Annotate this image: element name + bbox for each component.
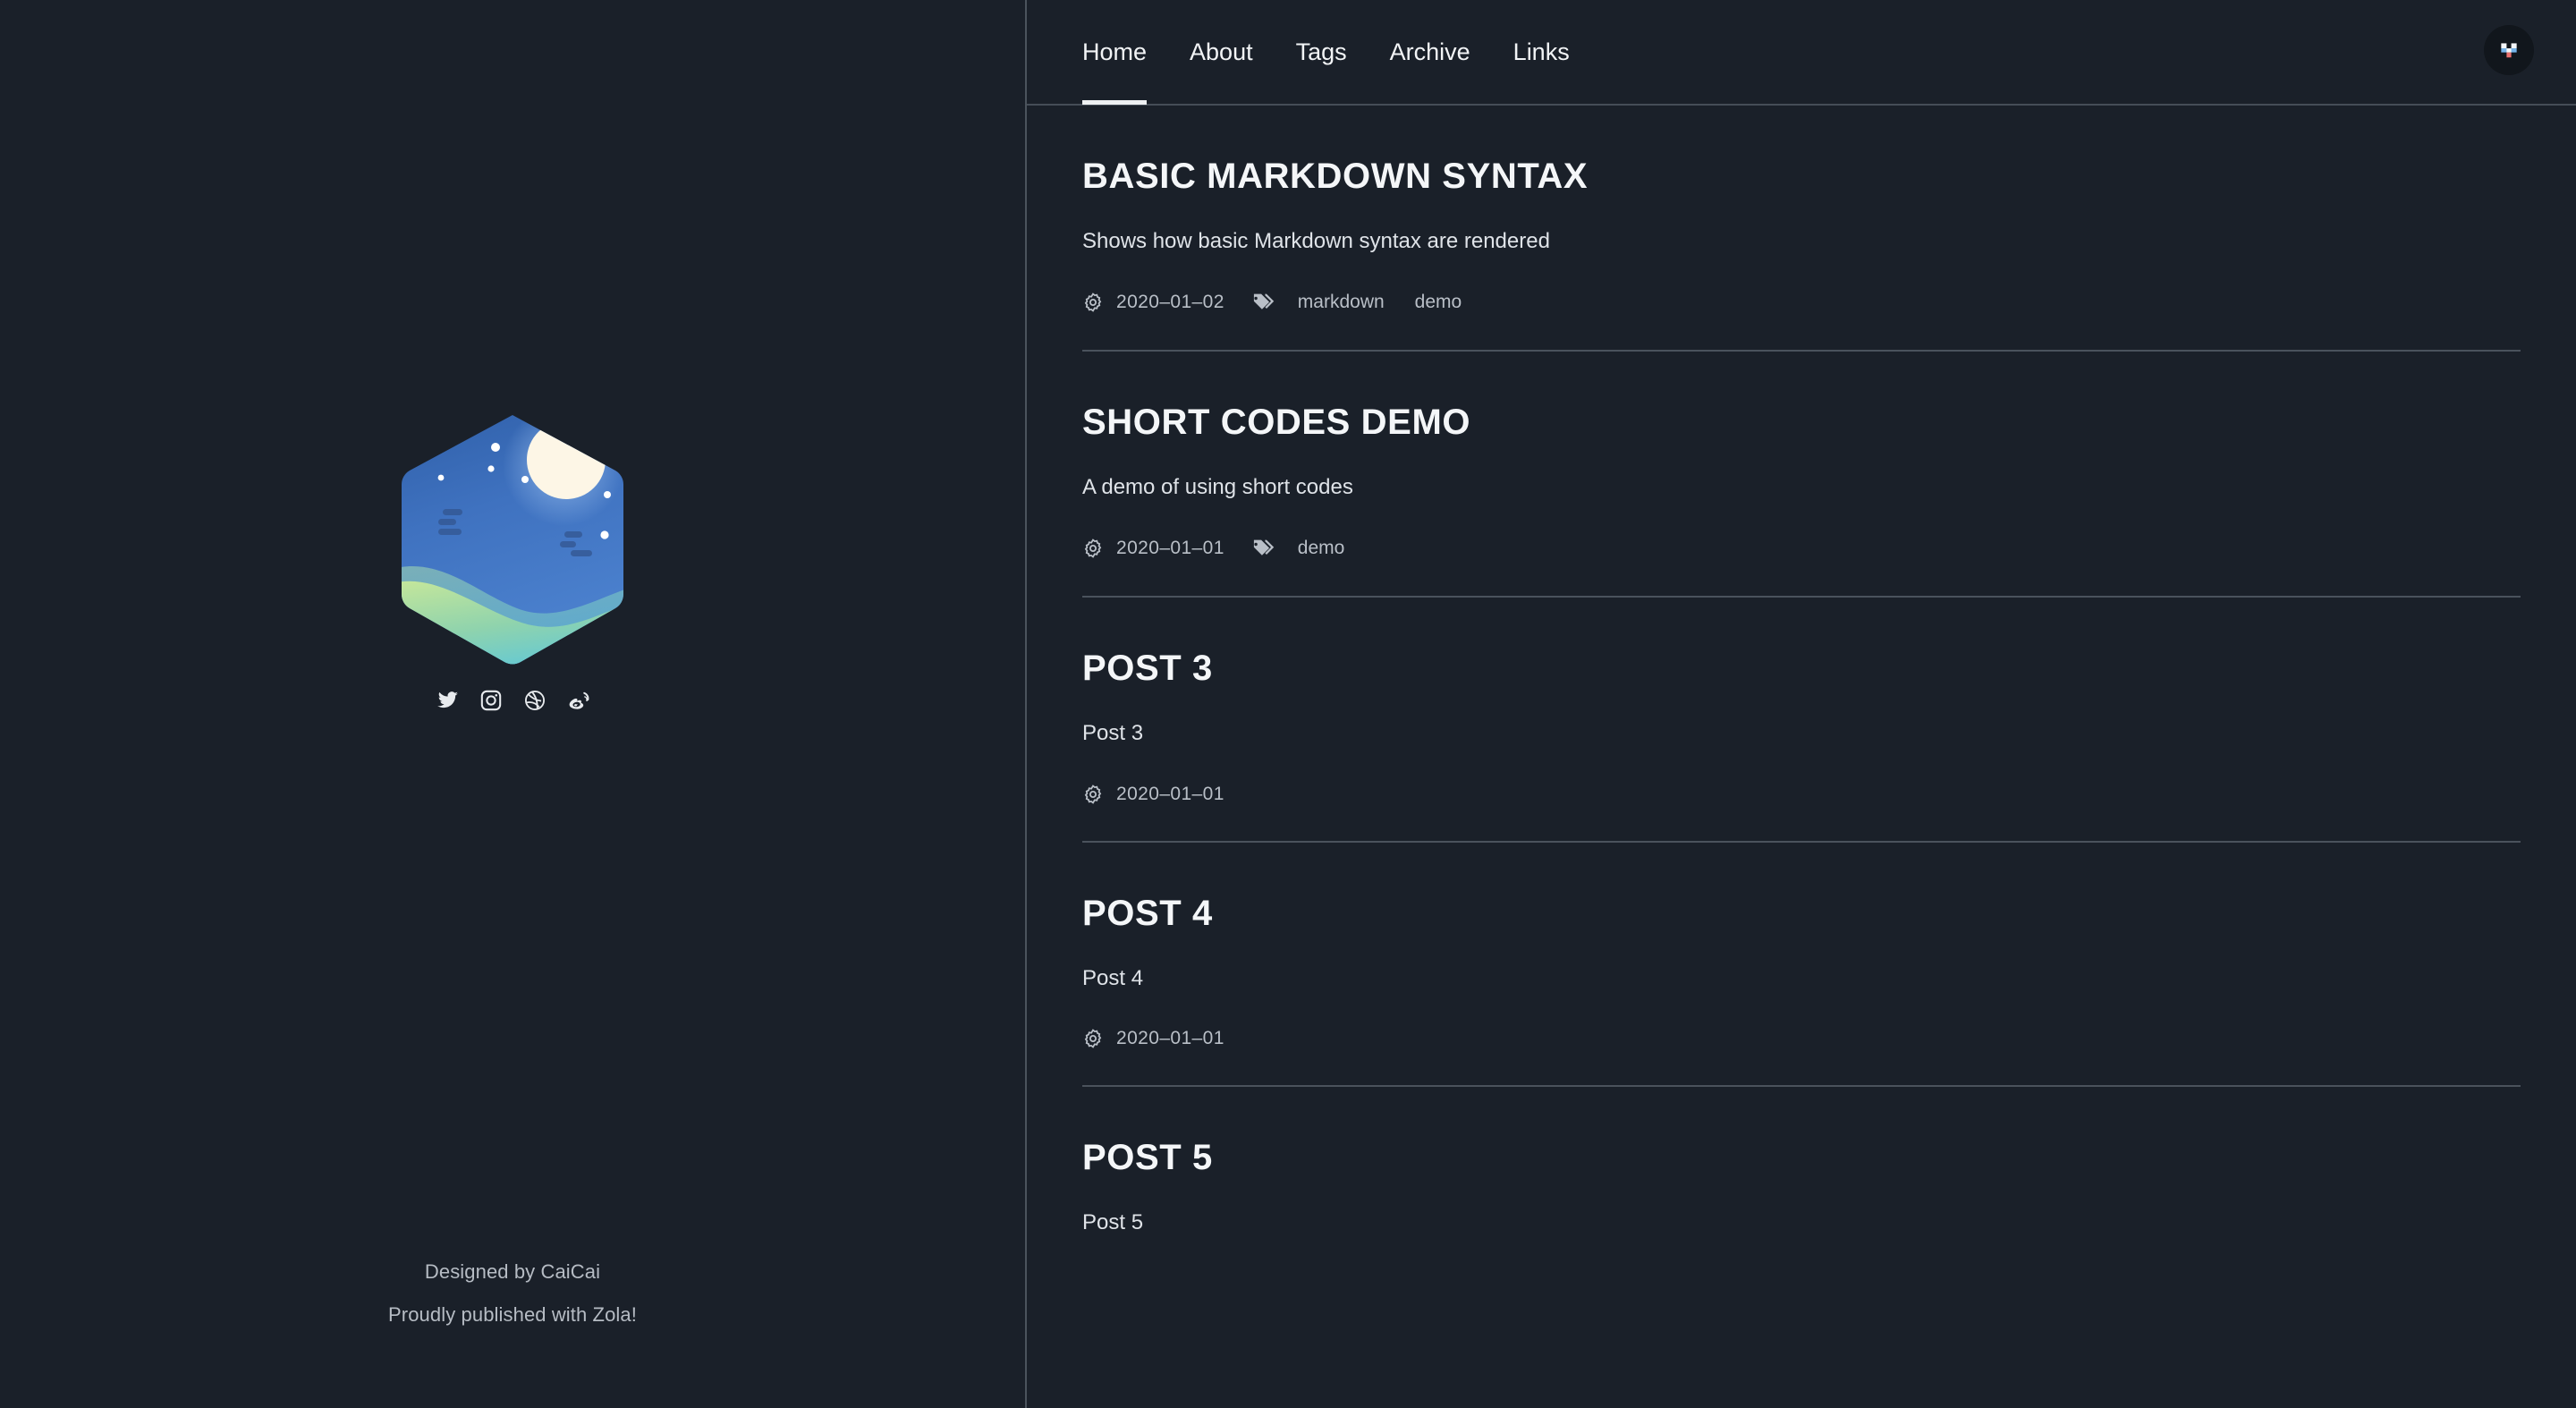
nav-item-about[interactable]: About <box>1190 0 1253 105</box>
post-date: 2020–01–02 <box>1116 292 1224 313</box>
footer-published-with: Proudly published with Zola! <box>388 1303 637 1326</box>
tags-icon <box>1252 293 1274 310</box>
nav-item-links[interactable]: Links <box>1513 0 1570 105</box>
footer-designed-by: Designed by CaiCai <box>424 1260 601 1283</box>
gear-icon <box>1084 1029 1102 1048</box>
avatar[interactable] <box>2484 25 2534 75</box>
nav-item-home[interactable]: Home <box>1082 0 1148 105</box>
post-item: SHORT CODES DEMO A demo of using short c… <box>1082 350 2521 596</box>
post-item: POST 3 Post 3 2020–01–01 <box>1082 596 2521 840</box>
social-links <box>436 689 590 712</box>
post-description: Post 3 <box>1082 721 1144 746</box>
post-date: 2020–01–01 <box>1116 783 1224 804</box>
instagram-icon[interactable] <box>479 689 503 712</box>
post-description: Post 4 <box>1082 965 1144 990</box>
post-title[interactable]: POST 3 <box>1082 648 2521 689</box>
nav-item-tags[interactable]: Tags <box>1296 0 1347 105</box>
sidebar-footer: Designed by CaiCai Proudly published wit… <box>0 1251 1025 1336</box>
post-item: BASIC MARKDOWN SYNTAX Shows how basic Ma… <box>1082 106 2521 350</box>
hexagon-night-scene-logo-icon <box>401 415 624 665</box>
sidebar: Designed by CaiCai Proudly published wit… <box>0 0 1027 1408</box>
post-meta: 2020–01–01 <box>1082 784 2521 805</box>
post-meta: 2020–01–01 demo <box>1082 537 2521 560</box>
post-list: BASIC MARKDOWN SYNTAX Shows how basic Ma… <box>1027 106 2576 1272</box>
site-logo[interactable] <box>392 410 633 669</box>
main-content: Home About Tags Archive Links BASIC MARK… <box>1027 0 2576 1408</box>
post-description: Post 5 <box>1082 1209 1144 1234</box>
post-date: 2020–01–01 <box>1116 538 1224 559</box>
gear-icon <box>1084 784 1102 804</box>
post-tag[interactable]: demo <box>1298 538 1345 559</box>
post-tag[interactable]: markdown <box>1298 292 1385 313</box>
post-item: POST 5 Post 5 <box>1082 1084 2521 1272</box>
tags-icon <box>1252 539 1274 556</box>
post-meta: 2020–01–02 markdown demo <box>1082 291 2521 314</box>
post-meta: 2020–01–01 <box>1082 1028 2521 1049</box>
post-title[interactable]: SHORT CODES DEMO <box>1082 402 2521 443</box>
dribbble-icon[interactable] <box>523 689 547 712</box>
gear-icon <box>1084 539 1102 559</box>
post-date: 2020–01–01 <box>1116 1027 1224 1048</box>
post-item: POST 4 Post 4 2020–01–01 <box>1082 840 2521 1085</box>
post-title[interactable]: POST 5 <box>1082 1137 2521 1178</box>
weibo-icon[interactable] <box>567 689 590 712</box>
post-tag[interactable]: demo <box>1415 292 1462 313</box>
post-title[interactable]: BASIC MARKDOWN SYNTAX <box>1082 156 2521 197</box>
twitter-icon[interactable] <box>436 689 459 712</box>
page-root: Designed by CaiCai Proudly published wit… <box>0 0 2576 1408</box>
nav-item-archive[interactable]: Archive <box>1390 0 1470 105</box>
gear-icon <box>1084 293 1102 312</box>
post-title[interactable]: POST 4 <box>1082 893 2521 934</box>
post-description: A demo of using short codes <box>1082 475 1353 500</box>
top-navigation: Home About Tags Archive Links <box>1027 0 2576 106</box>
nav-links: Home About Tags Archive Links <box>1027 0 1613 105</box>
post-description: Shows how basic Markdown syntax are rend… <box>1082 229 1550 253</box>
blocky-pixel-logo-icon <box>2501 43 2517 58</box>
